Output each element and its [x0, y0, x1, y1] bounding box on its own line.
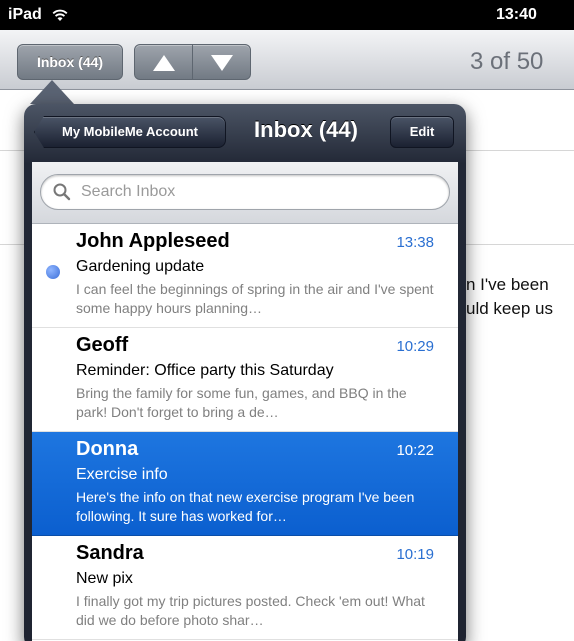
message-subject: Reminder: Office party this Saturday [76, 362, 334, 379]
message-subject: Gardening update [76, 258, 205, 275]
message-body-line: n I've been [466, 275, 549, 294]
message-time: 10:19 [396, 546, 434, 563]
search-icon [53, 183, 71, 201]
popover-title: Inbox (44) [254, 117, 358, 142]
message-preview: Here's the info on that new exercise pro… [76, 489, 415, 524]
message-counter: 3 of 50 [470, 48, 544, 75]
account-back-button[interactable]: My MobileMe Account [34, 116, 226, 148]
device-name: iPad [8, 6, 42, 23]
message-time: 10:29 [396, 338, 434, 355]
message-time: 13:38 [396, 234, 434, 251]
edit-button[interactable]: Edit [390, 116, 454, 148]
message-list: John Appleseed 13:38 Gardening update I … [32, 224, 458, 640]
message-time: 10:22 [396, 442, 434, 459]
message-row[interactable]: Sandra 10:19 New pix I finally got my tr… [32, 536, 458, 640]
message-row-selected[interactable]: Donna 10:22 Exercise info Here's the inf… [32, 432, 458, 536]
down-arrow-icon [211, 55, 233, 71]
inbox-popover: My MobileMe Account Inbox (44) Edit John… [24, 104, 466, 641]
message-subject: Exercise info [76, 466, 168, 483]
message-preview: I can feel the beginnings of spring in t… [76, 281, 434, 316]
status-time: 13:40 [496, 6, 537, 23]
message-row[interactable]: Geoff 10:29 Reminder: Office party this … [32, 328, 458, 432]
message-sender: Geoff [76, 334, 129, 356]
popover-header: My MobileMe Account Inbox (44) Edit [24, 104, 466, 162]
popover-arrow [30, 80, 74, 104]
search-field[interactable] [40, 174, 450, 210]
search-input[interactable] [81, 181, 431, 203]
search-bar [32, 162, 458, 224]
message-sender: John Appleseed [76, 230, 230, 252]
message-preview: I finally got my trip pictures posted. C… [76, 593, 425, 628]
message-preview: Bring the family for some fun, games, an… [76, 385, 407, 420]
previous-message-button[interactable] [135, 45, 193, 79]
message-row[interactable]: John Appleseed 13:38 Gardening update I … [32, 224, 458, 328]
popover-content: John Appleseed 13:38 Gardening update I … [32, 162, 458, 641]
message-sender: Donna [76, 438, 139, 460]
up-arrow-icon [153, 55, 175, 71]
message-body-line: uld keep us [466, 299, 553, 318]
wifi-icon [52, 9, 68, 21]
message-nav-segmented-control [134, 44, 251, 80]
unread-dot-icon [46, 265, 60, 279]
message-subject: New pix [76, 570, 133, 587]
message-sender: Sandra [76, 542, 144, 564]
status-bar: iPad 13:40 [0, 0, 574, 30]
inbox-button[interactable]: Inbox (44) [17, 44, 123, 80]
next-message-button[interactable] [193, 45, 250, 79]
